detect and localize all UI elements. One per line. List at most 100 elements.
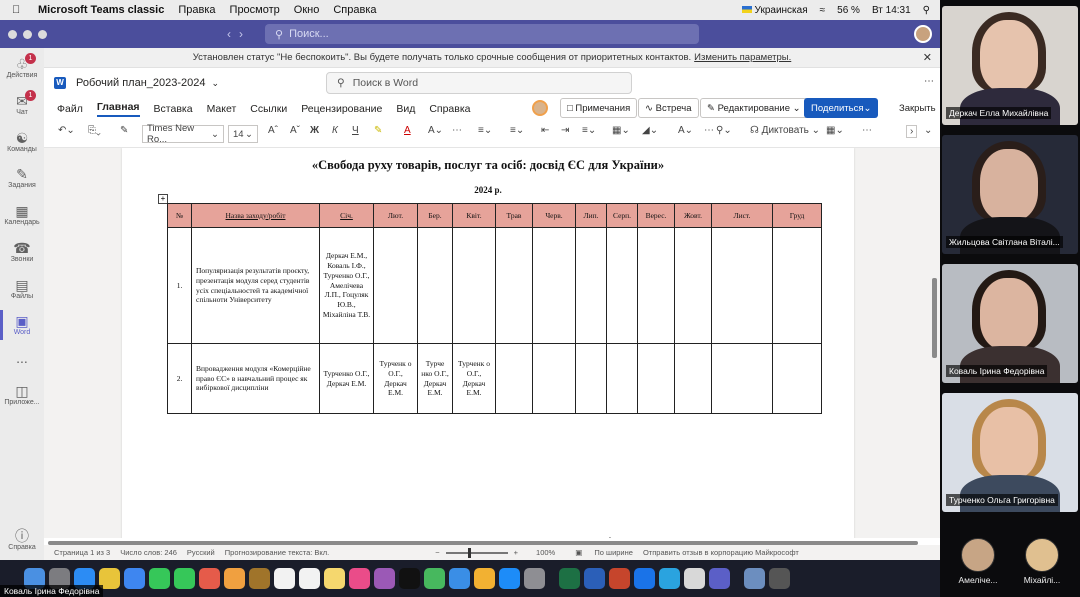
participant-tile[interactable]: Жильцова Світлана Віталі... [942, 135, 1078, 254]
menu-edit[interactable]: Правка [178, 4, 215, 16]
numbering-icon[interactable]: ≡⌄ [510, 125, 524, 136]
fit-width[interactable]: ▣ По ширине [565, 548, 633, 557]
more-options-icon[interactable]: ⋯ [924, 76, 934, 87]
word-count[interactable]: Число слов: 246 [120, 548, 177, 557]
clear-format-icon[interactable]: A⌄ [428, 125, 443, 136]
notes-icon[interactable] [324, 568, 345, 589]
apple-icon[interactable]:  [12, 4, 28, 16]
pages-icon[interactable] [474, 568, 495, 589]
tab-insert[interactable]: Вставка [154, 103, 193, 115]
bold-icon[interactable]: Ж [310, 125, 319, 136]
close-word-button[interactable]: Закрыть [899, 98, 936, 118]
participant-tile[interactable]: Турченко Ольга Григорівна [942, 393, 1078, 512]
sidebar-item-more[interactable]: ... [0, 350, 44, 366]
zoom-icon[interactable] [634, 568, 655, 589]
utility-icon[interactable] [684, 568, 705, 589]
plan-table[interactable]: № Назва заходу/робіт Січ. Лют. Бер. Квіт… [167, 203, 822, 414]
font-family-select[interactable]: Times New Ro... ⌄ [142, 123, 224, 145]
menu-help[interactable]: Справка [333, 4, 376, 16]
zoom-in-icon[interactable]: + [514, 548, 518, 557]
page-count[interactable]: Страница 1 из 3 [54, 548, 110, 557]
excel-icon[interactable] [559, 568, 580, 589]
zoom-level[interactable]: 100% [536, 548, 555, 557]
participant-tile[interactable]: Деркач Елла Михайлівна [942, 6, 1078, 125]
keynote-icon[interactable] [449, 568, 470, 589]
minimize-window-button[interactable] [23, 29, 32, 39]
sidebar-item-calls[interactable]: ☎ Звонки [0, 240, 44, 263]
tab-home[interactable]: Главная [96, 101, 140, 117]
teams-dock-icon[interactable] [709, 568, 730, 589]
increase-indent-icon[interactable]: ⇥ [561, 125, 569, 136]
more-icon[interactable]: ⋯ [704, 125, 714, 136]
font-size-select[interactable]: 14 ⌄ [228, 125, 258, 143]
reminders-icon[interactable] [299, 568, 320, 589]
styles-icon[interactable]: A⌄ [678, 125, 693, 136]
numbers-icon[interactable] [424, 568, 445, 589]
history-arrows[interactable]: ‹› [227, 27, 251, 41]
dnd-settings-link[interactable]: Изменить параметры. [694, 52, 791, 63]
zoom-out-icon[interactable]: − [435, 548, 439, 557]
downloads-icon[interactable] [744, 568, 765, 589]
layout-icon[interactable]: ▦⌄ [826, 125, 844, 136]
close-icon[interactable]: ✕ [923, 51, 932, 64]
coauthor-avatar[interactable] [532, 98, 548, 118]
sidebar-item-activity[interactable]: ♧ 1 Действия [0, 53, 44, 79]
underline-icon[interactable]: Ч [352, 125, 359, 136]
trash-icon[interactable] [769, 568, 790, 589]
zoom-window-button[interactable] [38, 29, 47, 39]
tab-layout[interactable]: Макет [207, 103, 237, 115]
format-painter-icon[interactable]: ✎ [120, 125, 128, 136]
teams-search-input[interactable]: ⚲ Поиск... [265, 24, 699, 44]
italic-icon[interactable]: К [332, 125, 338, 136]
sidebar-item-calendar[interactable]: ▦ Календарь [0, 203, 44, 226]
tab-help[interactable]: Справка [429, 103, 470, 115]
sidebar-item-help[interactable]: ⓘ Справка [0, 528, 44, 551]
tab-references[interactable]: Ссылки [250, 103, 287, 115]
chevron-down-icon[interactable]: ⌄ [924, 125, 932, 136]
find-icon[interactable]: ⚲⌄ [716, 125, 732, 136]
sidebar-item-assignments[interactable]: ✎ Задания [0, 166, 44, 189]
app-menu[interactable]: Microsoft Teams classic [38, 4, 164, 16]
vertical-scrollbar[interactable] [932, 278, 937, 358]
close-window-button[interactable] [8, 29, 17, 39]
mini-participant[interactable]: Міхайлі... [1012, 536, 1072, 591]
undo-icon[interactable]: ↶⌄ [58, 125, 75, 136]
calendar-icon[interactable] [274, 568, 295, 589]
ribbon-scroll-right-icon[interactable]: › [906, 125, 918, 138]
tab-review[interactable]: Рецензирование [301, 103, 382, 115]
dictate-button[interactable]: ☊ Диктовать ⌄ [750, 125, 820, 136]
editing-mode-button[interactable]: ✎ Редактирование ⌄ [700, 98, 808, 118]
telegram-icon[interactable] [659, 568, 680, 589]
powerpoint-icon[interactable] [609, 568, 630, 589]
menu-window[interactable]: Окно [294, 4, 320, 16]
shading-icon[interactable]: ◢⌄ [642, 125, 658, 136]
mini-participant[interactable]: Амеліче... [948, 536, 1008, 591]
app-store-icon[interactable] [499, 568, 520, 589]
highlight-icon[interactable]: ✎ [374, 125, 382, 136]
word-app-icon[interactable] [584, 568, 605, 589]
more-icon[interactable]: ⋯ [862, 125, 872, 136]
chevron-down-icon[interactable]: ⌄ [212, 78, 220, 89]
document-page[interactable]: «Свобода руху товарів, послуг та осіб: д… [122, 148, 854, 538]
feedback-link[interactable]: Отправить отзыв в корпорацию Майкрософт [643, 548, 799, 557]
grow-font-icon[interactable]: Aˆ [268, 125, 278, 136]
battery-level[interactable]: 56 % [837, 5, 860, 16]
shrink-font-icon[interactable]: Aˇ [290, 125, 300, 136]
text-prediction[interactable]: Прогнозирование текста: Вкл. [225, 548, 329, 557]
menu-view[interactable]: Просмотр [230, 4, 280, 16]
sidebar-item-apps[interactable]: ◫ Приложе... [0, 383, 44, 406]
clock[interactable]: Вт 14:31 [872, 5, 911, 16]
facetime-icon[interactable] [149, 568, 170, 589]
word-search-input[interactable]: ⚲ Поиск в Word [326, 72, 632, 94]
wifi-icon[interactable]: ≈ [820, 5, 826, 16]
sidebar-item-files[interactable]: ▤ Файлы [0, 277, 44, 300]
mail-icon[interactable] [124, 568, 145, 589]
tab-view[interactable]: Вид [396, 103, 415, 115]
settings-icon[interactable] [524, 568, 545, 589]
comments-button[interactable]: □ Примечания [560, 98, 638, 118]
zoom-thumb[interactable] [467, 547, 471, 558]
language[interactable]: Русский [187, 548, 215, 557]
maps-icon[interactable] [224, 568, 245, 589]
tv-icon[interactable] [399, 568, 420, 589]
podcasts-icon[interactable] [374, 568, 395, 589]
